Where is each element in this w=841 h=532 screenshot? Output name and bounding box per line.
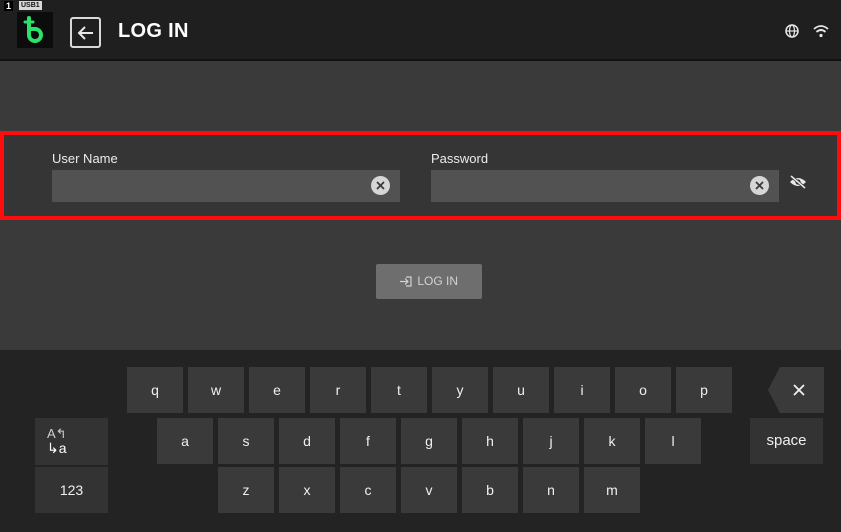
key-w[interactable]: w [188,367,244,413]
credentials-section: User Name Password [0,131,841,220]
backspace-key[interactable] [768,367,824,413]
globe-icon[interactable] [785,24,799,38]
close-icon [755,181,764,190]
key-y[interactable]: y [432,367,488,413]
key-m[interactable]: m [584,467,640,513]
username-input[interactable] [52,170,352,202]
key-s[interactable]: s [218,418,274,464]
password-input[interactable] [431,170,731,202]
password-field-container [431,170,779,202]
login-enter-icon [399,276,412,287]
key-e[interactable]: e [249,367,305,413]
username-field-container [52,170,400,202]
key-p[interactable]: p [676,367,732,413]
key-d[interactable]: d [279,418,335,464]
login-button[interactable]: LOG IN [376,264,482,299]
device-tag: USB1 [19,1,42,10]
key-z[interactable]: z [218,467,274,513]
key-q[interactable]: q [127,367,183,413]
logo-icon [17,12,53,48]
key-a[interactable]: a [157,418,213,464]
username-clear-button[interactable] [371,176,390,195]
key-n[interactable]: n [523,467,579,513]
password-visibility-toggle-icon[interactable] [789,175,807,189]
password-label: Password [431,151,489,166]
key-j[interactable]: j [523,418,579,464]
back-arrow-icon [77,26,93,40]
deck-number: 1 [4,1,14,11]
key-b[interactable]: b [462,467,518,513]
wifi-icon[interactable] [813,24,829,38]
key-l[interactable]: l [645,418,701,464]
key-t[interactable]: t [371,367,427,413]
password-clear-button[interactable] [750,176,769,195]
key-f[interactable]: f [340,418,396,464]
key-i[interactable]: i [554,367,610,413]
on-screen-keyboard: q w e r t y u i o p A↰ ↳a a s d f g h j … [0,350,841,532]
key-v[interactable]: v [401,467,457,513]
header-bar: 1 USB1 LOG IN [0,0,841,61]
back-button[interactable] [70,17,101,48]
shift-upper-label: A↰ [47,426,67,441]
key-k[interactable]: k [584,418,640,464]
key-c[interactable]: c [340,467,396,513]
key-x[interactable]: x [279,467,335,513]
shift-lower-label: ↳a [47,440,67,456]
close-icon [376,181,385,190]
space-key[interactable]: space [750,418,823,464]
login-button-label: LOG IN [417,274,459,288]
key-u[interactable]: u [493,367,549,413]
page-title: LOG IN [118,20,189,42]
key-r[interactable]: r [310,367,366,413]
key-h[interactable]: h [462,418,518,464]
numeric-mode-key[interactable]: 123 [35,467,108,513]
key-g[interactable]: g [401,418,457,464]
key-o[interactable]: o [615,367,671,413]
username-label: User Name [52,151,118,166]
backspace-icon [768,367,824,413]
shift-key[interactable]: A↰ ↳a [35,418,108,465]
